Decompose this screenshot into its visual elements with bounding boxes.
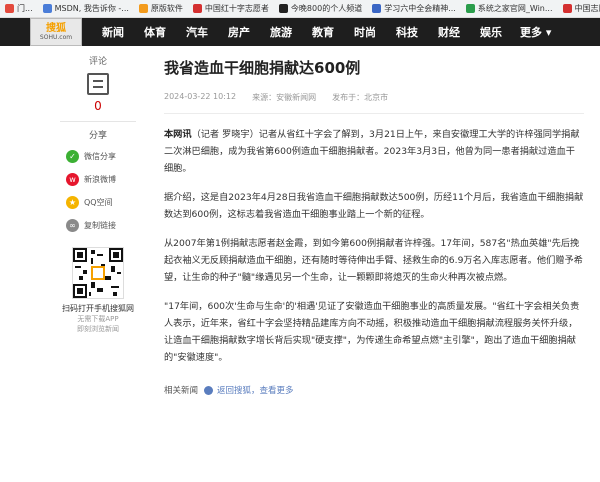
bookmark-label: 门... — [17, 4, 33, 13]
nav-item[interactable]: 科技 — [386, 24, 428, 40]
comment-count[interactable]: 0 — [52, 99, 144, 113]
qr-sub-2: 即刻浏览新闻 — [77, 325, 119, 333]
share-list: ✓ 微信分享 w 新浪微博 ★ QQ空间 ∞ 复制链接 — [52, 145, 144, 237]
bookmark-favicon-icon — [465, 4, 475, 13]
nav-item[interactable]: 旅游 — [260, 24, 302, 40]
wechat-icon: ✓ — [66, 150, 79, 163]
bookmark-item[interactable]: 原版软件 — [134, 0, 188, 17]
qr-code — [72, 247, 124, 299]
related-label: 相关新闻 — [164, 386, 199, 396]
nav-item[interactable]: 体育 — [134, 24, 176, 40]
logo-text: 搜狐 — [46, 22, 66, 34]
meta-divider — [164, 113, 584, 114]
nav-more-button[interactable]: 更多 ▾ — [512, 24, 559, 40]
article-title: 我省造血干细胞捐献达600例 — [164, 59, 361, 77]
bookmark-favicon-icon — [562, 4, 572, 13]
logo-domain: SOHU.com — [39, 33, 73, 41]
article-published: 发布于：北京市 — [332, 93, 389, 102]
bookmark-label: MSDN, 我告诉你 -... — [54, 4, 129, 13]
nav-item[interactable]: 汽车 — [176, 24, 218, 40]
bookmark-item[interactable]: 中国红十字志愿者 — [188, 0, 274, 17]
bookmark-item[interactable]: MSDN, 我告诉你 -... — [38, 0, 134, 17]
article-paragraph-4: "17年间，600次'生命与生命'的'相遇'见证了安徽造血干细胞事业的高质量发展… — [164, 301, 580, 363]
bookmark-label: 系统之家官网_Win... — [477, 4, 553, 13]
share-item-label: 新浪微博 — [84, 175, 116, 184]
article-paragraph-3: 从2007年第1例捐献志愿者赵金霞，到如今第600例捐献者许梓强。17年间，58… — [164, 238, 583, 283]
nav-item[interactable]: 房产 — [218, 24, 260, 40]
share-label: 分享 — [88, 131, 107, 141]
article-meta: 2024-03-22 10:12 来源：安徽新闻网 发布于：北京市 — [164, 92, 584, 103]
bookmark-favicon-icon — [278, 4, 288, 13]
bookmark-item[interactable]: 系统之家官网_Win... — [461, 0, 558, 17]
bookmark-label: 中国志愿 — [574, 4, 600, 13]
sidebar: 评论 0 分享 ✓ 微信分享 w 新浪微博 ★ QQ空间 ∞ 复制链接 扫码打开手机搜狐网 无… — [52, 46, 144, 334]
article-time: 2024-03-22 10:12 — [164, 92, 237, 101]
bookmark-label: 原版软件 — [150, 4, 183, 13]
top-nav: 搜狐 SOHU.com 新闻 体育 汽车 房产 旅游 教育 时尚 科技 财经 娱乐 更多 ▾ — [0, 18, 600, 46]
nav-item[interactable]: 教育 — [302, 24, 344, 40]
qr-sub-1: 无需下载APP — [77, 315, 119, 323]
nav-items: 新闻 体育 汽车 房产 旅游 教育 时尚 科技 财经 娱乐 — [92, 24, 512, 40]
back-to-sohu-link[interactable]: 返回搜狐，查看更多 — [217, 384, 294, 396]
bookmark-item[interactable]: 学习六中全会精神... — [367, 0, 461, 17]
bookmarks-bar: 门... MSDN, 我告诉你 -... 原版软件 中国红十字志愿者 今晚800的个人频… — [0, 0, 600, 18]
bookmark-item[interactable]: 门... — [0, 0, 38, 17]
share-item-label: QQ空间 — [84, 198, 113, 207]
share-item[interactable]: ★ QQ空间 — [66, 191, 144, 214]
comment-icon[interactable] — [87, 73, 109, 95]
bookmark-favicon-icon — [192, 4, 202, 13]
nav-item[interactable]: 娱乐 — [470, 24, 512, 40]
share-item-label: 复制链接 — [84, 221, 116, 230]
bookmark-item[interactable]: 今晚800的个人频道 — [274, 0, 367, 17]
back-arrow-icon — [204, 385, 214, 395]
weibo-icon: w — [66, 173, 79, 186]
nav-item[interactable]: 新闻 — [92, 24, 134, 40]
nav-item[interactable]: 财经 — [428, 24, 470, 40]
sidebar-divider — [60, 121, 136, 122]
share-item[interactable]: w 新浪微博 — [66, 168, 144, 191]
qzone-icon: ★ — [66, 196, 79, 209]
article-paragraph-2: 据介绍，这是自2023年4月28日我省造血干细胞捐献数达500例，历经11个月后… — [164, 192, 584, 220]
article-paragraph-1: 本网讯（记者 罗晓宇）记者从省红十字会了解到，3月21日上午，来自安徽理工大学的… — [164, 126, 584, 177]
qr-code-image — [73, 248, 123, 298]
bookmark-favicon-icon — [5, 4, 14, 13]
comment-label: 评论 — [88, 57, 107, 67]
bookmark-label: 今晚800的个人频道 — [290, 4, 363, 13]
bookmark-favicon-icon — [372, 4, 382, 13]
share-item[interactable]: ✓ 微信分享 — [66, 145, 144, 168]
related-news: 相关新闻 返回搜狐，查看更多 — [164, 384, 584, 396]
article: 我省造血干细胞捐献达600例 2024-03-22 10:12 来源：安徽新闻网… — [164, 46, 584, 396]
bookmark-item[interactable]: 中国志愿 — [558, 0, 600, 17]
share-item[interactable]: ∞ 复制链接 — [66, 214, 144, 237]
article-source[interactable]: 来源：安徽新闻网 — [252, 92, 316, 103]
share-item-label: 微信分享 — [84, 152, 116, 161]
bookmark-favicon-icon — [138, 4, 148, 13]
lead-bold: 本网讯 — [164, 129, 192, 140]
main-content: 评论 0 分享 ✓ 微信分享 w 新浪微博 ★ QQ空间 ∞ 复制链接 扫码打开手机搜狐网 无… — [0, 46, 600, 482]
sohu-logo[interactable]: 搜狐 SOHU.com — [30, 18, 82, 46]
bookmark-label: 学习六中全会精神... — [384, 4, 456, 13]
qr-caption: 扫码打开手机搜狐网 — [62, 304, 134, 313]
link-icon: ∞ — [66, 219, 79, 232]
nav-item[interactable]: 时尚 — [344, 24, 386, 40]
bookmark-favicon-icon — [42, 4, 52, 13]
paragraph-1-text: （记者 罗晓宇）记者从省红十字会了解到，3月21日上午，来自安徽理工大学的许梓强… — [164, 129, 580, 174]
bookmark-label: 中国红十字志愿者 — [204, 4, 269, 13]
